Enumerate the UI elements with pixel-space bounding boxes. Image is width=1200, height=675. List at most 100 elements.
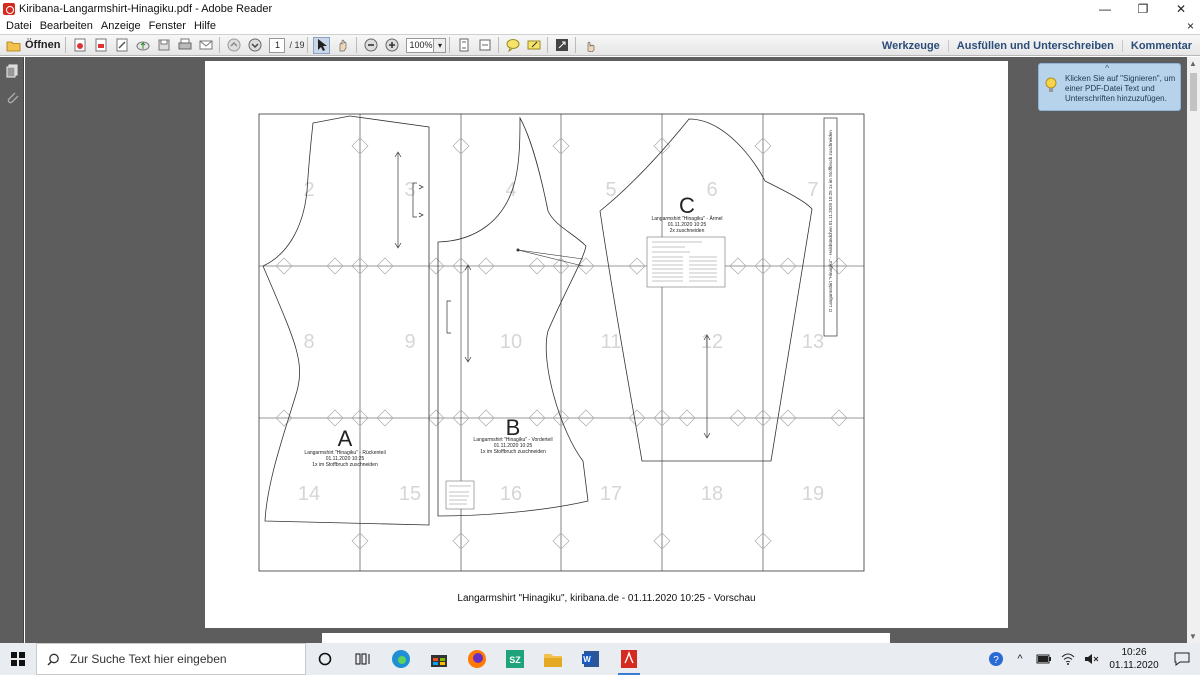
fullscreen-icon[interactable]: [553, 37, 570, 54]
pattern-piece-b-outline: [437, 116, 589, 517]
taskbar-clock[interactable]: 10:26 01.11.2020: [1104, 646, 1164, 672]
previous-page-icon[interactable]: [225, 37, 242, 54]
sewing-pattern-drawing: 2 3 4 5 6 7 8 9 10 11 12 13 14 15 16 17 …: [258, 113, 865, 572]
store-icon[interactable]: [420, 643, 458, 675]
help-update-icon[interactable]: ?: [984, 643, 1008, 675]
sz-app-icon[interactable]: SZ: [496, 643, 534, 675]
highlight-icon[interactable]: [525, 37, 542, 54]
tile-number: 11: [601, 331, 622, 353]
firefox-icon[interactable]: [458, 643, 496, 675]
create-pdf-icon[interactable]: [71, 37, 88, 54]
main-toolbar: Öffnen 1 / 19 100% ▾ Werkzeuge Ausfüllen…: [0, 34, 1200, 56]
menu-datei[interactable]: Datei: [2, 20, 36, 32]
clock-time: 10:26: [1121, 647, 1147, 658]
fill-sign-panel-link[interactable]: Ausfüllen und Unterschreiben: [947, 40, 1122, 52]
piece-c-instruction: 2x zuschneiden: [670, 228, 705, 234]
edge-browser-icon[interactable]: [382, 643, 420, 675]
pdf-page: 2 3 4 5 6 7 8 9 10 11 12 13 14 15 16 17 …: [205, 61, 1008, 628]
email-icon[interactable]: [197, 37, 214, 54]
adobe-reader-taskbar-icon[interactable]: [610, 643, 648, 675]
piece-c-letter: C: [679, 193, 695, 218]
collapse-caret-icon[interactable]: ^: [1105, 63, 1109, 73]
piece-a-letter: A: [338, 426, 353, 451]
show-hidden-icons-chevron-icon[interactable]: ^: [1008, 643, 1032, 675]
tile-number: 7: [807, 179, 818, 201]
adobe-reader-icon: [3, 3, 15, 15]
export-pdf-icon[interactable]: [92, 37, 109, 54]
search-icon: [47, 653, 59, 666]
scroll-down-icon[interactable]: ▼: [1189, 632, 1197, 641]
menu-hilfe[interactable]: Hilfe: [190, 20, 220, 32]
notification-center-icon[interactable]: [1164, 643, 1200, 675]
select-cursor-icon[interactable]: [313, 36, 331, 54]
next-pdf-page: [322, 633, 890, 643]
sign-hint-tooltip[interactable]: ^ Klicken Sie auf "Signieren", um einer …: [1038, 63, 1181, 111]
tile-number: 3: [404, 179, 415, 201]
zoom-dropdown-icon[interactable]: ▾: [434, 37, 447, 53]
page-thumbnails-icon[interactable]: [5, 64, 19, 78]
next-page-icon[interactable]: [246, 37, 263, 54]
maximize-button[interactable]: ❐: [1124, 0, 1162, 18]
cortana-icon[interactable]: [306, 643, 344, 675]
task-view-icon[interactable]: [344, 643, 382, 675]
comment-icon[interactable]: [504, 37, 521, 54]
toolbar-separator: [356, 37, 358, 53]
svg-text:?: ?: [993, 655, 999, 666]
print-icon[interactable]: [176, 37, 193, 54]
taskbar-search-box[interactable]: Zur Suche Text hier eingeben: [36, 643, 306, 675]
start-button[interactable]: [0, 643, 36, 675]
menu-anzeige[interactable]: Anzeige: [97, 20, 145, 32]
tools-panel-link[interactable]: Werkzeuge: [874, 40, 948, 52]
document-workspace[interactable]: 2 3 4 5 6 7 8 9 10 11 12 13 14 15 16 17 …: [25, 57, 1187, 643]
tile-number: 2: [303, 179, 314, 201]
window-title: Kiribana-Langarmshirt-Hinagiku.pdf - Ado…: [19, 3, 273, 15]
open-button[interactable]: Öffnen: [5, 36, 60, 54]
tile-number: 16: [500, 483, 522, 505]
wifi-icon[interactable]: [1056, 643, 1080, 675]
word-icon[interactable]: W: [572, 643, 610, 675]
toolbar-separator: [547, 37, 549, 53]
hand-tool-icon[interactable]: [334, 37, 351, 54]
piece-d-label: D Langarmshirt "Hinagiku" - Halsbündchen…: [828, 130, 833, 312]
touch-mode-icon[interactable]: [581, 37, 598, 54]
lightbulb-icon: [1045, 77, 1057, 93]
cloud-upload-icon[interactable]: [134, 37, 151, 54]
clock-date: 01.11.2020: [1109, 660, 1159, 671]
attachments-paperclip-icon[interactable]: [5, 90, 19, 104]
page-footer-caption: Langarmshirt "Hinagiku", kiribana.de - 0…: [457, 593, 756, 604]
fit-width-icon[interactable]: [476, 37, 493, 54]
fit-page-icon[interactable]: [455, 37, 472, 54]
close-button[interactable]: ✕: [1162, 0, 1200, 18]
minimize-button[interactable]: —: [1086, 0, 1124, 18]
file-explorer-icon[interactable]: [534, 643, 572, 675]
comment-panel-link[interactable]: Kommentar: [1121, 40, 1200, 52]
piece-a-instruction: 1x im Stoffbruch zuschneiden: [312, 462, 378, 468]
scroll-thumb[interactable]: [1190, 73, 1197, 111]
tile-number: 15: [399, 483, 421, 505]
save-icon[interactable]: [155, 37, 172, 54]
system-tray: ? ^ 10:26 01.11.2020: [984, 643, 1200, 675]
page-number-input[interactable]: 1: [269, 37, 286, 53]
vertical-scrollbar[interactable]: ▲ ▼: [1187, 57, 1200, 643]
menu-bearbeiten[interactable]: Bearbeiten: [36, 20, 97, 32]
document-close-icon[interactable]: ×: [1187, 19, 1194, 33]
zoom-out-icon[interactable]: [362, 37, 379, 54]
volume-muted-icon[interactable]: [1080, 643, 1104, 675]
folder-icon: [5, 37, 22, 54]
toolbar-separator: [307, 37, 309, 53]
tile-number: 14: [298, 483, 320, 505]
battery-icon[interactable]: [1032, 643, 1056, 675]
navigation-pane: [0, 57, 24, 643]
tile-number: 8: [303, 331, 314, 353]
tile-number: 6: [706, 179, 717, 201]
windows-taskbar: Zur Suche Text hier eingeben SZ W ? ^ 10…: [0, 643, 1200, 675]
toolbar-separator: [575, 37, 577, 53]
toolbar-separator: [449, 37, 451, 53]
menu-fenster[interactable]: Fenster: [145, 20, 190, 32]
scroll-up-icon[interactable]: ▲: [1189, 59, 1197, 68]
zoom-level-input[interactable]: 100%: [406, 37, 435, 53]
toolbar-separator: [498, 37, 500, 53]
edit-document-icon[interactable]: [113, 37, 130, 54]
svg-text:W: W: [583, 655, 591, 664]
zoom-in-icon[interactable]: [383, 37, 400, 54]
